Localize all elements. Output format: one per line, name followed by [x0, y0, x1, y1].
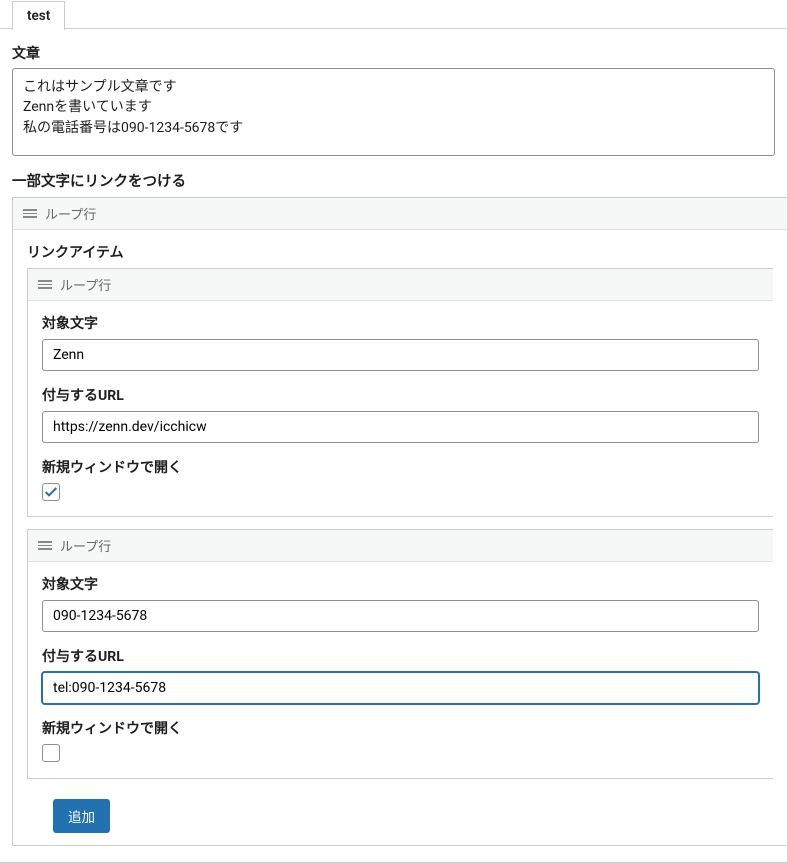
- outer-loop-label: ループ行: [45, 204, 96, 223]
- outer-loop-header[interactable]: ループ行: [13, 198, 787, 230]
- text-section: 文章 これはサンプル文章です Zennを書いています 私の電話番号は090-12…: [0, 29, 787, 170]
- target-input[interactable]: [42, 339, 759, 371]
- target-field-group: 対象文字: [42, 574, 759, 632]
- nested-loop: ループ行 対象文字 付与するURL 新規ウィンドウで開く: [27, 529, 773, 779]
- nested-loop-header[interactable]: ループ行: [28, 269, 773, 301]
- url-label: 付与するURL: [42, 385, 759, 405]
- url-field-group: 付与するURL: [42, 385, 759, 443]
- drag-handle-icon[interactable]: [38, 280, 52, 289]
- outer-loop-group: ループ行 リンクアイテム ループ行 対象文字 付与するURL: [12, 197, 787, 846]
- nested-loop-body: 対象文字 付与するURL 新規ウィンドウで開く: [28, 562, 773, 778]
- tab-test[interactable]: test: [12, 1, 65, 30]
- target-input[interactable]: [42, 600, 759, 632]
- new-window-field-group: 新規ウィンドウで開く: [42, 718, 759, 766]
- url-input[interactable]: [42, 672, 759, 704]
- text-field-input[interactable]: これはサンプル文章です Zennを書いています 私の電話番号は090-1234-…: [12, 68, 775, 156]
- url-field-group: 付与するURL: [42, 646, 759, 704]
- link-item-label: リンクアイテム: [27, 242, 773, 262]
- new-window-checkbox[interactable]: [42, 483, 60, 501]
- new-window-label: 新規ウィンドウで開く: [42, 718, 759, 738]
- drag-handle-icon[interactable]: [38, 541, 52, 550]
- url-input[interactable]: [42, 411, 759, 443]
- nested-loop-label: ループ行: [60, 536, 111, 555]
- check-icon: [43, 484, 59, 500]
- nested-loop: ループ行 対象文字 付与するURL 新規ウィンドウで開く: [27, 268, 773, 517]
- target-field-group: 対象文字: [42, 313, 759, 371]
- new-window-field-group: 新規ウィンドウで開く: [42, 457, 759, 504]
- new-window-checkbox[interactable]: [42, 744, 60, 762]
- target-label: 対象文字: [42, 313, 759, 333]
- new-window-label: 新規ウィンドウで開く: [42, 457, 759, 477]
- tab-bar: test: [0, 0, 787, 29]
- drag-handle-icon[interactable]: [23, 209, 37, 218]
- outer-loop-body: リンクアイテム ループ行 対象文字 付与するURL 新規ウィンドウで: [13, 230, 787, 845]
- nested-loop-header[interactable]: ループ行: [28, 530, 773, 562]
- text-field-label: 文章: [12, 43, 775, 63]
- add-button[interactable]: 追加: [53, 799, 110, 833]
- target-label: 対象文字: [42, 574, 759, 594]
- url-label: 付与するURL: [42, 646, 759, 666]
- nested-loop-label: ループ行: [60, 275, 111, 294]
- link-section-heading: 一部文字にリンクをつける: [0, 170, 787, 197]
- nested-loop-body: 対象文字 付与するURL 新規ウィンドウで開く: [28, 301, 773, 516]
